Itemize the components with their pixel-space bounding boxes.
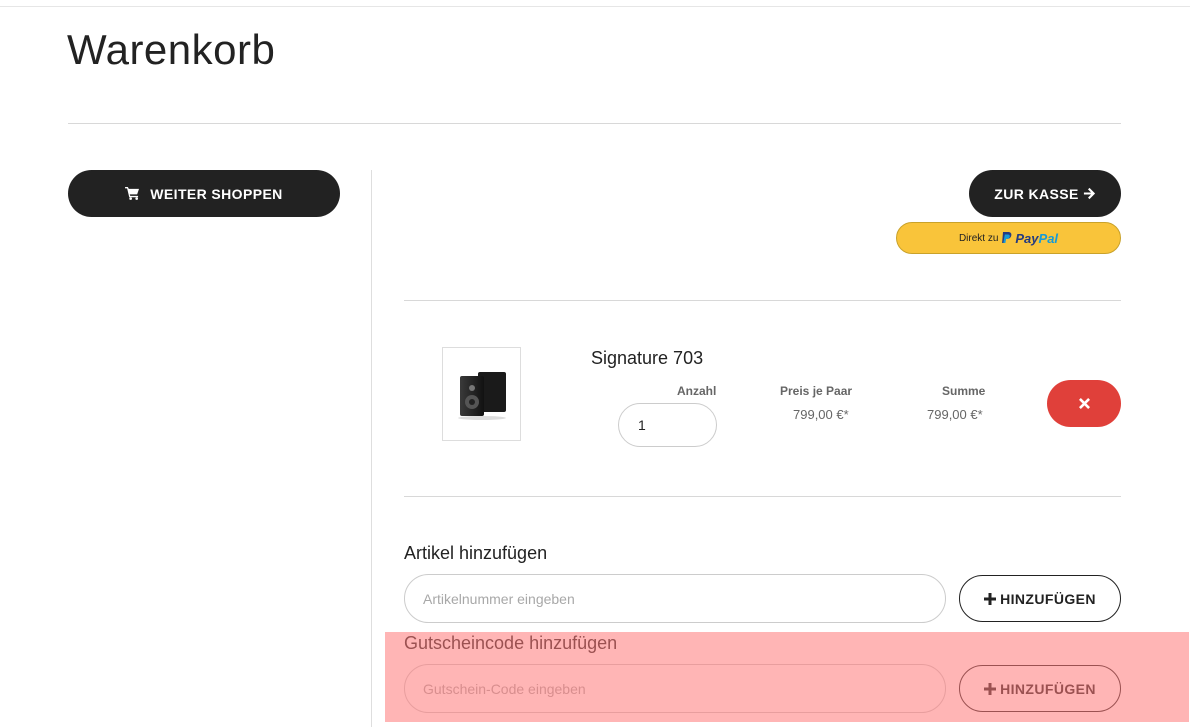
add-voucher-label: HINZUFÜGEN bbox=[1000, 680, 1096, 697]
column-divider bbox=[371, 170, 372, 727]
continue-shopping-button[interactable]: WEITER SHOPPEN bbox=[68, 170, 340, 217]
add-voucher-button[interactable]: HINZUFÜGEN bbox=[959, 665, 1121, 712]
checkout-label: ZUR KASSE bbox=[994, 185, 1079, 202]
product-image[interactable] bbox=[442, 347, 521, 441]
quantity-input[interactable] bbox=[618, 403, 717, 447]
speaker-image bbox=[457, 372, 506, 420]
voucher-heading: Gutscheincode hinzufügen bbox=[404, 633, 618, 653]
close-icon bbox=[1078, 398, 1090, 409]
add-article-button[interactable]: HINZUFÜGEN bbox=[959, 575, 1121, 622]
voucher-code-input[interactable] bbox=[404, 664, 946, 713]
arrow-right-icon bbox=[1083, 187, 1096, 200]
unit-price-value: 799,00 €* bbox=[793, 407, 849, 422]
add-article-label: HINZUFÜGEN bbox=[1000, 590, 1096, 607]
total-value: 799,00 €* bbox=[927, 407, 983, 422]
plus-icon bbox=[984, 592, 997, 605]
cart-top-divider bbox=[404, 300, 1121, 301]
cart-bottom-divider bbox=[404, 496, 1121, 497]
continue-shopping-label: WEITER SHOPPEN bbox=[150, 185, 283, 202]
plus-icon bbox=[984, 682, 997, 695]
top-border bbox=[0, 6, 1190, 7]
add-article-heading: Artikel hinzufügen bbox=[404, 543, 548, 563]
paypal-logo: PayPal bbox=[1015, 230, 1059, 246]
checkout-button[interactable]: ZUR KASSE bbox=[969, 170, 1121, 217]
paypal-express-button[interactable]: Direkt zu PayPal bbox=[896, 222, 1121, 254]
product-name[interactable]: Signature 703 bbox=[591, 348, 703, 369]
total-label: Summe bbox=[942, 384, 986, 398]
article-number-input[interactable] bbox=[404, 574, 946, 623]
remove-item-button[interactable] bbox=[1047, 380, 1121, 427]
paypal-icon bbox=[1001, 231, 1012, 245]
title-divider bbox=[68, 123, 1121, 124]
unit-price-label: Preis je Paar bbox=[780, 384, 853, 398]
quantity-label: Anzahl bbox=[677, 384, 717, 398]
page-title: Warenkorb bbox=[67, 26, 276, 73]
cart-icon bbox=[125, 187, 140, 200]
paypal-prefix: Direkt zu bbox=[958, 232, 999, 244]
